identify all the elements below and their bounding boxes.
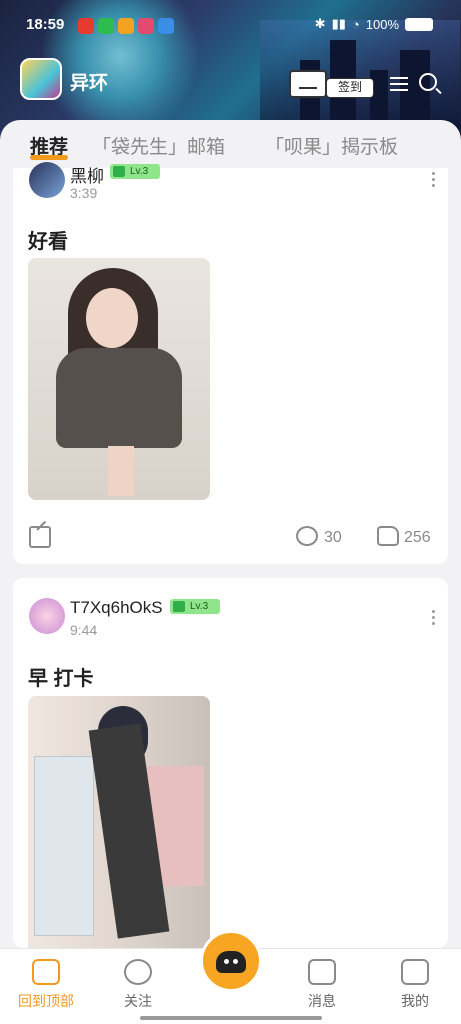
post-title: 好看: [28, 231, 68, 253]
post-title: 早 打卡: [28, 668, 94, 690]
post-card[interactable]: T7Xq6hOkS Lv.3 9:44 早 打卡: [13, 578, 448, 948]
app-name: 异环: [70, 73, 109, 94]
like-icon[interactable]: [377, 526, 399, 546]
more-icon[interactable]: [432, 172, 436, 190]
post-image[interactable]: [28, 696, 210, 948]
gesture-bar: [140, 1016, 322, 1020]
photo-figure-legs: [108, 446, 134, 496]
nav-profile[interactable]: 我的: [375, 949, 455, 1011]
comment-icon[interactable]: [296, 526, 318, 546]
nav-messages[interactable]: 消息: [282, 949, 362, 1011]
app-logo[interactable]: [20, 58, 62, 100]
signin-icon[interactable]: [289, 70, 327, 98]
photo-figure-face: [86, 288, 138, 348]
photo-figure-body: [56, 348, 182, 448]
tab-bulletin-board[interactable]: 「呗果」揭示板: [265, 132, 398, 159]
search-icon[interactable]: [419, 73, 437, 91]
photo-display-shelf: [34, 756, 94, 936]
profile-icon: [401, 959, 429, 985]
message-icon: [308, 959, 336, 985]
app-notification-icon: [118, 18, 134, 34]
nav-follow[interactable]: 关注: [98, 949, 178, 1011]
nav-label: 消息: [308, 993, 336, 1009]
home-icon: [32, 959, 60, 985]
robot-icon: [113, 166, 125, 177]
comment-count: 30: [324, 529, 342, 546]
nav-label: 关注: [124, 993, 152, 1009]
battery-icon: [405, 17, 433, 31]
more-icon[interactable]: [432, 610, 436, 628]
like-count: 256: [404, 529, 431, 546]
nav-label: 我的: [401, 993, 429, 1009]
post-username[interactable]: T7Xq6hOkS: [70, 598, 163, 618]
create-post-button[interactable]: [200, 930, 262, 992]
follow-icon: [124, 959, 152, 985]
mascot-icon: [216, 951, 246, 973]
nav-label: 回到顶部: [18, 993, 74, 1009]
level-badge: Lv.3: [170, 599, 220, 614]
weibo-notification-icon: [78, 18, 94, 34]
post-image[interactable]: [28, 258, 210, 500]
app-notification-icon: [158, 18, 174, 34]
status-right: ✱ ▮▮ ◔ 100%: [315, 16, 433, 32]
wechat-notification-icon: [98, 18, 114, 34]
menu-icon[interactable]: [390, 77, 408, 91]
level-badge: Lv.3: [110, 164, 160, 179]
share-icon[interactable]: [29, 526, 51, 548]
post-username[interactable]: 黑柳: [70, 162, 104, 187]
status-time: 18:59: [26, 16, 65, 33]
robot-icon: [173, 601, 185, 612]
bluetooth-icon: ✱: [314, 16, 326, 31]
avatar[interactable]: [29, 598, 65, 634]
post-time: 9:44: [70, 622, 98, 638]
signal-icon: ▮▮: [331, 16, 346, 31]
signin-button[interactable]: 签到: [326, 78, 374, 98]
status-bar: 18:59 ✱ ▮▮ ◔ 100%: [0, 16, 461, 38]
post-time: 3:39: [70, 185, 98, 201]
post-card[interactable]: 黑柳 Lv.3 3:39 好看 30 256: [13, 162, 448, 564]
battery-level: 100%: [365, 16, 399, 32]
active-tab-indicator: [30, 155, 68, 160]
app-bar: 异环 签到: [0, 58, 461, 104]
avatar[interactable]: [29, 162, 65, 198]
tab-mailbox[interactable]: 「袋先生」邮箱: [92, 132, 225, 159]
nav-back-to-top[interactable]: 回到顶部: [6, 949, 86, 1011]
app-notification-icon: [138, 18, 154, 34]
wifi-icon: ◔: [351, 16, 360, 32]
